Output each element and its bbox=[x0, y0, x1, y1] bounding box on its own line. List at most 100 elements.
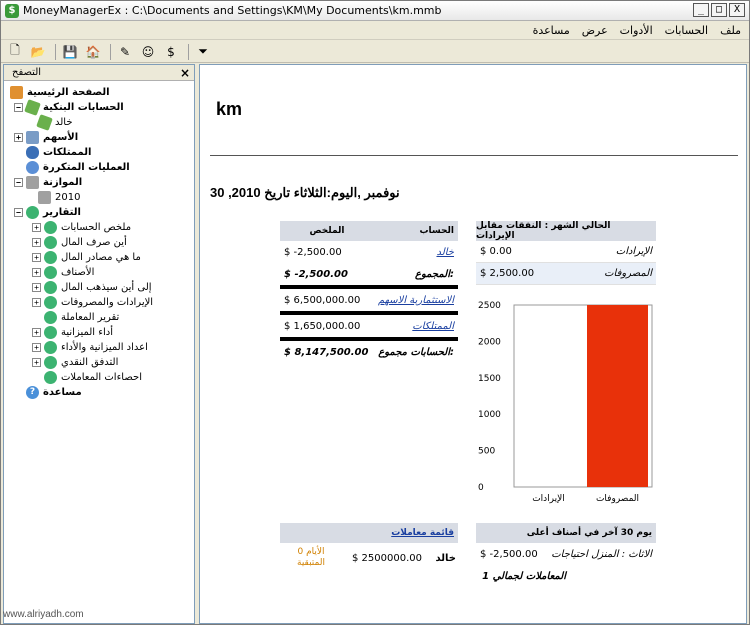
edit-icon[interactable]: ✎ bbox=[115, 43, 135, 61]
collapse-icon[interactable]: − bbox=[14, 208, 23, 217]
expand-icon[interactable]: + bbox=[32, 283, 41, 292]
tree-item-bank-accounts[interactable]: − الحسابات البنكية bbox=[14, 99, 124, 116]
tag-icon bbox=[24, 99, 41, 116]
tree-item-report[interactable]: احصاءات المعاملات bbox=[44, 370, 142, 385]
tree-item-khalid[interactable]: خالد bbox=[36, 114, 73, 131]
menu-file[interactable]: ملف bbox=[720, 24, 741, 37]
tree-item-report[interactable]: + أين صرف المال bbox=[32, 235, 127, 250]
tree-item-report[interactable]: + الإيرادات والمصروفات bbox=[32, 295, 153, 310]
transactions-link[interactable]: قائمة معاملات bbox=[391, 528, 454, 538]
expand-icon[interactable]: + bbox=[32, 223, 41, 232]
y-tick-label: 0 bbox=[478, 483, 484, 493]
menu-help[interactable]: مساعدة bbox=[533, 24, 570, 37]
menu-view[interactable]: عرض bbox=[582, 24, 608, 37]
tree-label: التقارير bbox=[43, 207, 81, 218]
tree-item-assets[interactable]: الممتلكات bbox=[26, 145, 91, 160]
tree-item-report[interactable]: + اعداد الميزانية والأداء bbox=[32, 340, 148, 355]
x-tick-label: المصروفات bbox=[596, 494, 639, 504]
menu-tools[interactable]: الأدوات bbox=[620, 24, 653, 37]
table-row: $ 8,147,500.00 الحسابات مجموع: bbox=[280, 341, 458, 363]
account-link[interactable]: الممتلكات bbox=[370, 321, 458, 332]
help-icon: ? bbox=[26, 386, 39, 399]
minimize-button[interactable]: _ bbox=[693, 3, 709, 17]
table-row: $ -2,500.00 الاثاث : المنزل احتياجات bbox=[476, 543, 656, 565]
expand-icon[interactable]: + bbox=[32, 238, 41, 247]
cell-value: $ -2,500.00 bbox=[284, 268, 348, 280]
tree-item-home[interactable]: الصفحة الرئيسية bbox=[10, 85, 110, 100]
report-icon bbox=[44, 356, 57, 369]
app-window: $ MoneyManagerEx : C:\Documents and Sett… bbox=[0, 0, 750, 625]
budget-icon bbox=[26, 176, 39, 189]
tree-label: الصفحة الرئيسية bbox=[27, 87, 110, 98]
bar bbox=[587, 305, 648, 487]
tree-label: مساعدة bbox=[43, 387, 82, 398]
expand-icon[interactable]: + bbox=[32, 343, 41, 352]
maximize-button[interactable]: □ bbox=[711, 3, 727, 17]
tree-item-recurring[interactable]: العمليات المتكررة bbox=[26, 160, 130, 175]
account-link[interactable]: الاستثمارية الاسهم bbox=[370, 295, 458, 306]
tag-icon bbox=[36, 114, 53, 131]
table-header: قائمة معاملات bbox=[280, 523, 458, 543]
tree-item-budget[interactable]: − الموازنة bbox=[14, 175, 82, 190]
title-bar[interactable]: $ MoneyManagerEx : C:\Documents and Sett… bbox=[1, 1, 749, 21]
collapse-icon[interactable]: − bbox=[14, 103, 23, 112]
tree-label: العمليات المتكررة bbox=[43, 162, 130, 173]
tree-label: ملخص الحسابات bbox=[61, 222, 132, 233]
expand-icon[interactable]: + bbox=[32, 268, 41, 277]
tree-item-report[interactable]: + ما هي مصادر المال bbox=[32, 250, 141, 265]
new-file-icon[interactable]: 🗋 bbox=[5, 43, 25, 61]
table-row: $ -2,500.00 خالد bbox=[280, 241, 458, 263]
nav-title: التصفح bbox=[12, 67, 42, 78]
menu-accounts[interactable]: الحسابات bbox=[665, 24, 708, 37]
expand-icon[interactable]: + bbox=[32, 328, 41, 337]
tree-item-report[interactable]: + التدفق النقدي bbox=[32, 355, 118, 370]
transaction-count: المعاملات لجمالي 1 bbox=[482, 570, 566, 582]
expand-icon[interactable]: + bbox=[32, 253, 41, 262]
report-icon bbox=[44, 296, 57, 309]
tree-item-help[interactable]: ? مساعدة bbox=[26, 385, 82, 400]
cell-label: الاثاث : المنزل احتياجات bbox=[551, 548, 652, 560]
watermark: www.alriyadh.com bbox=[3, 609, 84, 620]
tree-item-budget-2010[interactable]: 2010 bbox=[38, 190, 80, 205]
income-expense-chart: 0 500 1000 1500 2000 2500 الإيرادات المصروفات bbox=[478, 301, 653, 504]
tree-item-report[interactable]: تقرير المعاملة bbox=[44, 310, 119, 325]
tree-item-report[interactable]: + إلى أين سيذهب المال bbox=[32, 280, 152, 295]
days-left: الأيام 0 المتبقية bbox=[280, 547, 342, 569]
cell-value: $ 2,500.00 bbox=[480, 268, 535, 279]
toolbar-separator bbox=[188, 43, 189, 60]
divider bbox=[210, 155, 738, 156]
tree-label: أين صرف المال bbox=[61, 237, 127, 248]
account-link[interactable]: خالد bbox=[370, 247, 458, 258]
payees-icon[interactable]: ☺ bbox=[138, 43, 158, 61]
days-note: المتبقية bbox=[297, 558, 325, 568]
close-button[interactable]: X bbox=[729, 3, 745, 17]
cell-label: خالد bbox=[435, 552, 457, 564]
expand-icon[interactable]: + bbox=[32, 298, 41, 307]
collapse-icon[interactable]: − bbox=[14, 178, 23, 187]
tree-item-report[interactable]: + الأصناف bbox=[32, 265, 94, 280]
tree-item-report[interactable]: + أداء الميزانية bbox=[32, 325, 113, 340]
date-line: 30 ,2010 نوفمبر ,اليوم:الثلاثاء تاريخ bbox=[210, 185, 400, 200]
col-summary: الملخص bbox=[309, 226, 345, 236]
cell-value: $ -2,500.00 bbox=[284, 246, 342, 258]
expand-icon[interactable]: + bbox=[14, 133, 23, 142]
open-database-icon[interactable]: 💾 bbox=[60, 43, 80, 61]
currency-icon[interactable]: $ bbox=[161, 43, 181, 61]
accounts-table: الملخص الحساب $ -2,500.00 خالد $ -2,500.… bbox=[280, 221, 458, 363]
open-folder-icon[interactable]: 📂 bbox=[28, 43, 48, 61]
nav-close-icon[interactable]: × bbox=[180, 66, 190, 80]
home-icon[interactable]: 🏠 bbox=[83, 43, 103, 61]
tree-item-reports[interactable]: − التقارير bbox=[14, 205, 81, 220]
expand-icon[interactable]: + bbox=[32, 358, 41, 367]
tree-label: الأسهم bbox=[43, 132, 79, 143]
tree-label: الحسابات البنكية bbox=[43, 102, 124, 113]
cell-label: المصروفات bbox=[604, 268, 652, 279]
table-row: $ 2,500.00 المصروفات bbox=[476, 263, 656, 285]
tree-label: ما هي مصادر المال bbox=[61, 252, 141, 263]
stocks-icon bbox=[26, 131, 39, 144]
table-row: $ 1,650,000.00 الممتلكات bbox=[280, 315, 458, 337]
tree-item-report[interactable]: + ملخص الحسابات bbox=[32, 220, 131, 235]
filter-icon[interactable]: ⏷ bbox=[193, 43, 213, 61]
cell-value: $ -2,500.00 bbox=[480, 548, 538, 560]
tree-item-stocks[interactable]: + الأسهم bbox=[14, 130, 78, 145]
